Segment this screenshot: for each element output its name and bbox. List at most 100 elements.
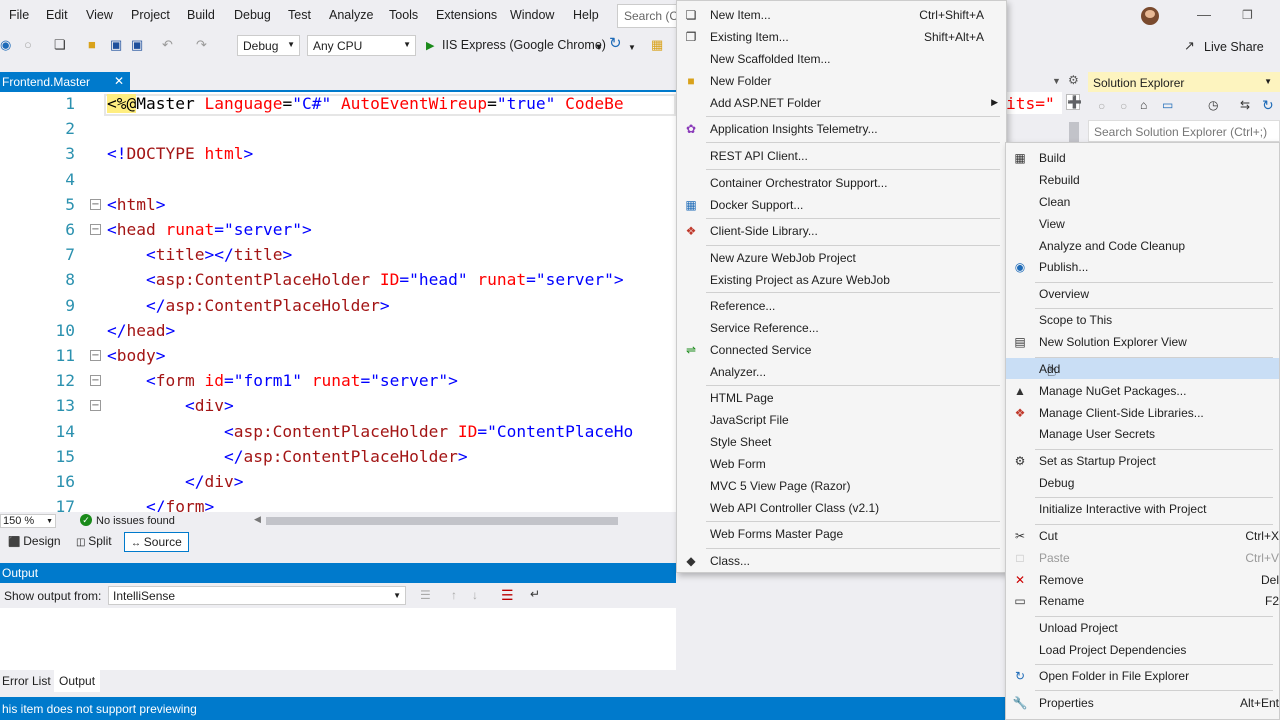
solution-explorer-search[interactable]: Search Solution Explorer (Ctrl+;) — [1088, 120, 1280, 142]
menu-item-new-azure-webjob-project[interactable]: New Azure WebJob Project — [710, 251, 856, 265]
menu-item-initialize-interactive-with-project[interactable]: Initialize Interactive with Project — [1039, 502, 1206, 516]
menu-item-view[interactable]: View — [1039, 217, 1065, 231]
tab-design[interactable]: ⬛ Design — [2, 532, 67, 552]
chevron-down-icon[interactable]: ▼ — [1052, 76, 1061, 86]
menu-item-client-side-library[interactable]: Client-Side Library... — [710, 224, 818, 238]
menu-item-new-item[interactable]: New Item... — [710, 8, 771, 22]
menu-item-cut[interactable]: Cut — [1039, 529, 1058, 543]
chevron-down-icon[interactable]: ▼ — [1264, 77, 1272, 86]
menu-file[interactable]: File — [9, 8, 29, 22]
search-input[interactable]: Search (C — [617, 4, 677, 28]
platform-dropdown[interactable]: Any CPU ▼ — [307, 35, 416, 56]
gear-icon[interactable]: ⚙ — [1068, 73, 1079, 87]
menu-project[interactable]: Project — [131, 8, 170, 22]
menu-item-new-solution-explorer-view[interactable]: New Solution Explorer View — [1039, 335, 1187, 349]
menu-item-docker-support[interactable]: Docker Support... — [710, 198, 803, 212]
menu-item-rename[interactable]: Rename — [1039, 594, 1084, 608]
menu-tools[interactable]: Tools — [389, 8, 418, 22]
menu-item-build[interactable]: Build — [1039, 151, 1066, 165]
home-icon[interactable]: ⌂ — [1140, 98, 1147, 112]
menu-item-unload-project[interactable]: Unload Project — [1039, 621, 1118, 635]
run-icon[interactable]: ▶ — [426, 39, 434, 53]
back-icon[interactable]: ◉ — [0, 38, 11, 52]
menu-item-remove[interactable]: Remove — [1039, 573, 1084, 587]
menu-view[interactable]: View — [86, 8, 113, 22]
close-icon[interactable]: ✕ — [114, 74, 124, 88]
back-icon[interactable]: ○ — [1098, 99, 1105, 113]
tab-split[interactable]: ◫ Split — [70, 532, 118, 552]
menu-item-connected-service[interactable]: Connected Service — [710, 343, 811, 357]
new-project-icon[interactable]: ❏ — [54, 38, 66, 52]
output-source-dropdown[interactable]: IntelliSense ▼ — [108, 586, 406, 605]
menu-item-properties[interactable]: Properties — [1039, 696, 1094, 710]
document-tab[interactable]: Frontend.Master — [0, 72, 130, 92]
collapse-icon[interactable]: − — [90, 375, 101, 386]
live-share-button[interactable]: Live Share — [1204, 40, 1264, 54]
menu-item-add-asp-net-folder[interactable]: Add ASP.NET Folder — [710, 96, 821, 110]
menu-item-existing-item[interactable]: Existing Item... — [710, 30, 789, 44]
browser-link-icon[interactable]: ▦ — [651, 38, 663, 52]
collapse-icon[interactable]: − — [90, 224, 101, 235]
menu-item-clean[interactable]: Clean — [1039, 195, 1070, 209]
menu-item-manage-nuget-packages[interactable]: Manage NuGet Packages... — [1039, 384, 1186, 398]
menu-item-debug[interactable]: Debug — [1039, 476, 1074, 490]
menu-build[interactable]: Build — [187, 8, 215, 22]
save-all-icon[interactable]: ▣ — [131, 38, 143, 52]
pending-changes-icon[interactable]: ⇆ — [1240, 98, 1250, 112]
undo-icon[interactable]: ↶ — [162, 38, 173, 52]
config-dropdown[interactable]: Debug ▼ — [237, 35, 300, 56]
clear-all-icon[interactable]: ☰ — [501, 587, 514, 604]
tab-source[interactable]: ↔ Source — [124, 532, 189, 552]
collapse-icon[interactable]: − — [90, 400, 101, 411]
forward-icon[interactable]: ○ — [1120, 99, 1127, 113]
menu-extensions[interactable]: Extensions — [436, 8, 497, 22]
menu-item-service-reference[interactable]: Service Reference... — [710, 321, 819, 335]
forward-icon[interactable]: ○ — [24, 38, 32, 52]
output-content[interactable] — [0, 608, 676, 670]
menu-item-reference[interactable]: Reference... — [710, 299, 775, 313]
zoom-dropdown[interactable]: 150 % ▼ — [0, 514, 56, 528]
scroll-left-icon[interactable]: ◀ — [254, 514, 261, 525]
sync-icon[interactable]: ▭ — [1162, 98, 1173, 112]
menu-item-rebuild[interactable]: Rebuild — [1039, 173, 1080, 187]
menu-item-scope-to-this[interactable]: Scope to This — [1039, 313, 1112, 327]
menu-item-paste[interactable]: Paste — [1039, 551, 1070, 565]
menu-item-mvc-5-view-page-razor[interactable]: MVC 5 View Page (Razor) — [710, 479, 851, 493]
open-folder-icon[interactable]: ■ — [88, 38, 96, 52]
menu-item-overview[interactable]: Overview — [1039, 287, 1089, 301]
share-icon[interactable]: ↗ — [1184, 39, 1195, 53]
horizontal-scrollbar-thumb[interactable] — [266, 517, 618, 525]
menu-item-class[interactable]: Class... — [710, 554, 750, 568]
menu-window[interactable]: Window — [510, 8, 554, 22]
menu-item-new-scaffolded-item[interactable]: New Scaffolded Item... — [710, 52, 831, 66]
menu-item-manage-client-side-libraries[interactable]: Manage Client-Side Libraries... — [1039, 406, 1204, 420]
menu-debug[interactable]: Debug — [234, 8, 271, 22]
collapse-icon[interactable]: − — [90, 350, 101, 361]
menu-item-web-form[interactable]: Web Form — [710, 457, 766, 471]
find-icon[interactable]: ☰ — [420, 588, 431, 602]
tab-error-list[interactable]: Error List — [0, 672, 53, 690]
menu-item-html-page[interactable]: HTML Page — [710, 391, 774, 405]
menu-item-publish[interactable]: Publish... — [1039, 260, 1088, 274]
menu-item-new-folder[interactable]: New Folder — [710, 74, 771, 88]
menu-item-javascript-file[interactable]: JavaScript File — [710, 413, 789, 427]
chevron-down-icon[interactable]: ▼ — [628, 41, 636, 55]
code-editor[interactable]: 1 <%@Master Language="C#" AutoEventWireup… — [0, 92, 676, 512]
menu-edit[interactable]: Edit — [46, 8, 68, 22]
tab-output[interactable]: Output — [54, 670, 101, 692]
menu-item-analyzer[interactable]: Analyzer... — [710, 365, 766, 379]
menu-item-open-folder-in-file-explorer[interactable]: Open Folder in File Explorer — [1039, 669, 1189, 683]
menu-item-manage-user-secrets[interactable]: Manage User Secrets — [1039, 427, 1155, 441]
menu-item-application-insights-telemetry[interactable]: Application Insights Telemetry... — [710, 122, 878, 136]
next-message-icon[interactable]: ↓ — [472, 588, 478, 602]
menu-item-style-sheet[interactable]: Style Sheet — [710, 435, 771, 449]
save-icon[interactable]: ▣ — [110, 38, 122, 52]
prev-message-icon[interactable]: ↑ — [451, 588, 457, 602]
history-icon[interactable]: ◷ — [1208, 98, 1218, 112]
menu-item-load-project-dependencies[interactable]: Load Project Dependencies — [1039, 643, 1186, 657]
issues-status[interactable]: No issues found — [96, 515, 175, 527]
menu-item-container-orchestrator-support[interactable]: Container Orchestrator Support... — [710, 176, 887, 190]
menu-test[interactable]: Test — [288, 8, 311, 22]
avatar[interactable] — [1141, 7, 1159, 25]
menu-item-set-as-startup-project[interactable]: Set as Startup Project — [1039, 454, 1156, 468]
